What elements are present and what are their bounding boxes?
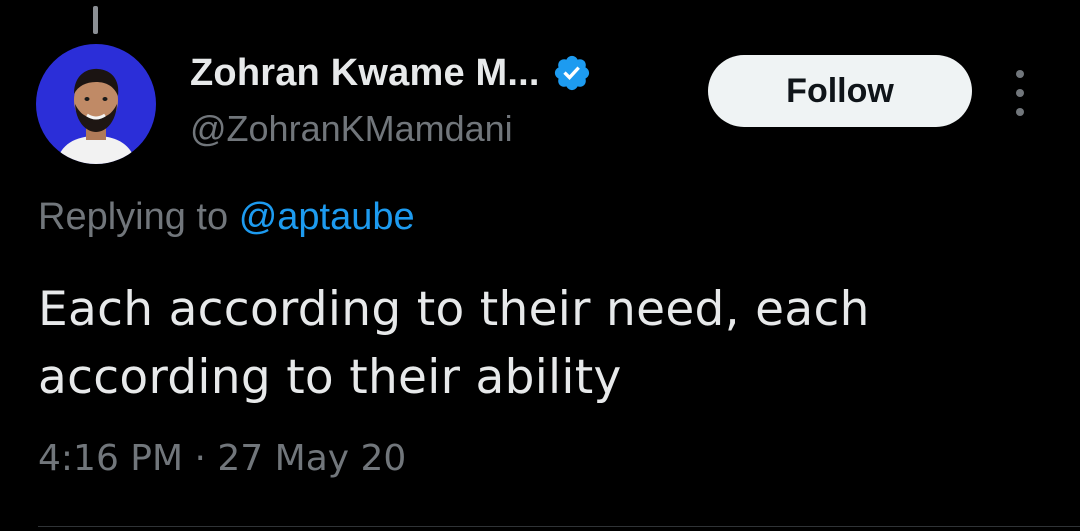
avatar[interactable] xyxy=(36,44,156,164)
replying-to-line: Replying to @aptaube xyxy=(38,196,415,239)
verified-badge-icon xyxy=(554,55,589,91)
replying-to-label: Replying to xyxy=(38,196,229,238)
author-handle[interactable]: @ZohranKMamdani xyxy=(190,108,513,150)
dot xyxy=(1016,108,1024,116)
divider xyxy=(38,526,1080,527)
avatar-image xyxy=(36,44,156,164)
reply-to-handle-link[interactable]: @aptaube xyxy=(239,196,415,238)
dot xyxy=(1016,70,1024,78)
thread-connector-line xyxy=(93,6,98,34)
tweet-text: Each according to their need, each accor… xyxy=(38,282,870,405)
dot xyxy=(1016,89,1024,97)
author-display-name[interactable]: Zohran Kwame M... xyxy=(190,52,540,95)
tweet-timestamp[interactable]: 4:16 PM · 27 May 20 xyxy=(38,438,406,479)
more-options-icon[interactable] xyxy=(1008,70,1032,116)
author-name-row[interactable]: Zohran Kwame M... xyxy=(190,50,592,96)
follow-button[interactable]: Follow xyxy=(708,55,972,127)
